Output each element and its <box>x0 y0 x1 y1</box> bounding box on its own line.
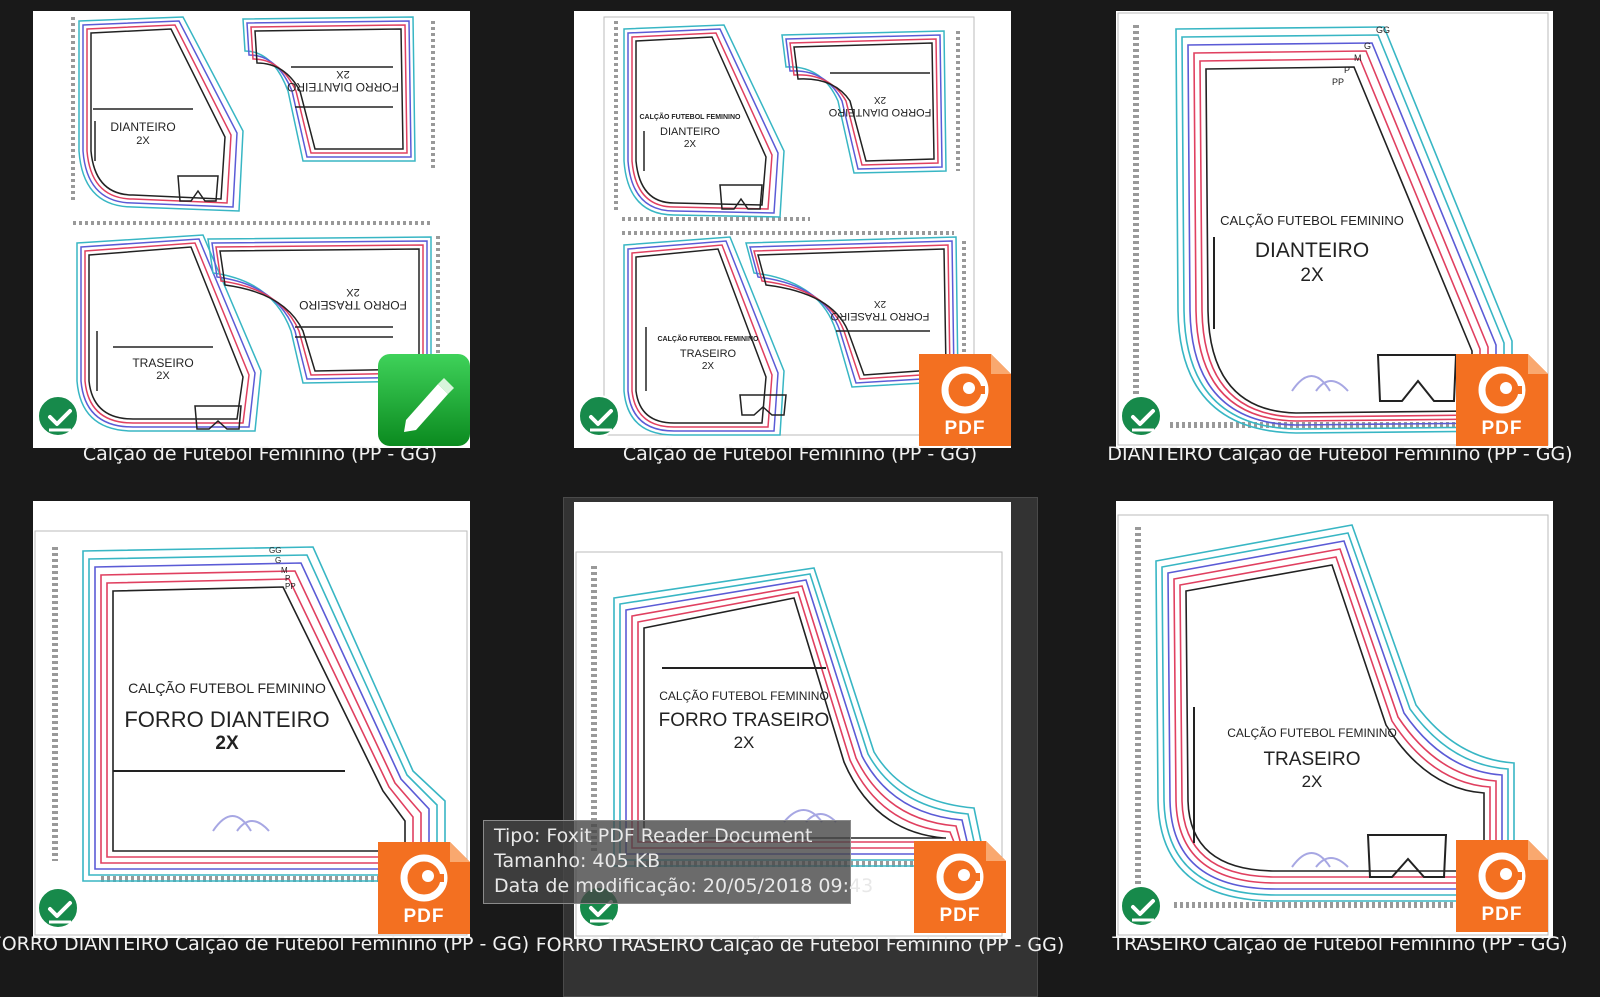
file-tile[interactable]: CALÇÃO FUTEBOL FEMININO TRASEIRO 2X PDF … <box>1100 497 1580 997</box>
pdf-label: PDF <box>939 905 981 926</box>
file-tile[interactable]: GG G M P PP CALÇÃO FUTEBOL FEMININO FORR… <box>0 497 529 997</box>
size-label: M <box>1354 53 1362 63</box>
preview-label: CALÇÃO FUTEBOL FEMININO <box>640 112 742 121</box>
preview-label: CALÇÃO FUTEBOL FEMININO <box>659 689 829 703</box>
preview-label: 2X <box>1300 265 1324 286</box>
preview-label: 2X <box>1302 772 1323 791</box>
size-label: GG <box>1376 25 1390 35</box>
file-tile[interactable]: DIANTEIRO 2X FORRO DIANTEIRO 2X TRASEIRO… <box>20 5 500 495</box>
preview-label: 2X <box>702 361 715 372</box>
size-label: GG <box>269 546 281 555</box>
file-info-tooltip: Tipo: Foxit PDF Reader Document Tamanho:… <box>483 820 874 904</box>
preview-label: 2X <box>336 68 350 80</box>
preview-label: TRASEIRO <box>1263 749 1360 770</box>
file-name[interactable]: DIANTEIRO Calção de Futebol Feminino (PP… <box>1040 442 1600 467</box>
file-tile[interactable]: CALÇÃO FUTEBOL FEMININO DIANTEIRO 2X FOR… <box>560 5 1040 495</box>
pdf-icon: PDF <box>378 842 470 934</box>
pdf-icon: PDF <box>1456 840 1548 932</box>
pdf-icon: PDF <box>1456 354 1548 446</box>
file-name[interactable]: Calção de Futebol Feminino (PP - GG) <box>0 442 540 467</box>
preview-label: 2X <box>734 733 755 752</box>
sync-check-icon <box>37 887 79 929</box>
size-label: PP <box>1332 77 1344 87</box>
file-name[interactable]: FORRO TRASEIRO Calção de Futebol Feminin… <box>520 933 1080 958</box>
size-label: P <box>1344 65 1350 75</box>
preview-label: TRASEIRO <box>680 348 737 360</box>
sync-check-icon <box>1120 395 1162 437</box>
preview-label: 2X <box>346 286 360 298</box>
size-label: G <box>275 556 281 565</box>
tooltip-size: Tamanho: 405 KB <box>494 850 661 872</box>
preview-label: DIANTEIRO <box>1255 239 1369 262</box>
preview-label: FORRO TRASEIRO <box>659 710 830 731</box>
pdf-icon: PDF <box>919 354 1011 446</box>
sync-check-icon <box>578 395 620 437</box>
preview-label: 2X <box>215 733 239 754</box>
preview-label: DIANTEIRO <box>660 126 720 138</box>
preview-label: DIANTEIRO <box>110 120 175 134</box>
preview-label: 2X <box>136 135 150 147</box>
preview-label: CALÇÃO FUTEBOL FEMININO <box>658 334 760 343</box>
preview-label: FORRO DIANTEIRO <box>828 106 931 118</box>
preview-label: CALÇÃO FUTEBOL FEMININO <box>1220 213 1404 228</box>
pdf-label: PDF <box>403 906 445 927</box>
file-tile-hovered[interactable]: CALÇÃO FUTEBOL FEMININO FORRO TRASEIRO 2… <box>536 497 1064 997</box>
preview-label: FORRO TRASEIRO <box>830 310 929 322</box>
pdf-icon: PDF <box>914 841 1006 933</box>
preview-label: 2X <box>874 298 887 309</box>
preview-label: FORRO DIANTEIRO <box>124 707 329 732</box>
file-name[interactable]: Calção de Futebol Feminino (PP - GG) <box>520 442 1080 467</box>
pencil-doc-icon <box>378 354 470 446</box>
preview-label: FORRO DIANTEIRO <box>287 80 399 94</box>
preview-label: FORRO TRASEIRO <box>299 298 407 312</box>
file-name[interactable]: TRASEIRO Calção de Futebol Feminino (PP … <box>1060 932 1600 957</box>
preview-label: 2X <box>684 139 697 150</box>
pdf-label: PDF <box>944 418 986 439</box>
preview-label: 2X <box>156 370 170 382</box>
tooltip-type: Tipo: Foxit PDF Reader Document <box>494 825 813 847</box>
size-label: PP <box>285 582 296 591</box>
tooltip-modified: Data de modificação: 20/05/2018 09:43 <box>494 875 874 897</box>
preview-label: TRASEIRO <box>132 356 193 370</box>
pdf-label: PDF <box>1481 904 1523 925</box>
size-label: G <box>1364 41 1371 51</box>
preview-label: CALÇÃO FUTEBOL FEMININO <box>1227 726 1397 740</box>
sync-check-icon <box>37 395 79 437</box>
pdf-label: PDF <box>1481 418 1523 439</box>
sync-check-icon <box>1120 885 1162 927</box>
file-name[interactable]: FORRO DIANTEIRO Calção de Futebol Femini… <box>0 932 540 957</box>
preview-label: CALÇÃO FUTEBOL FEMININO <box>128 680 326 696</box>
file-tile[interactable]: GG G M P PP CALÇÃO FUTEBOL FEMININO DIAN… <box>1100 5 1580 495</box>
preview-label: 2X <box>874 94 887 105</box>
